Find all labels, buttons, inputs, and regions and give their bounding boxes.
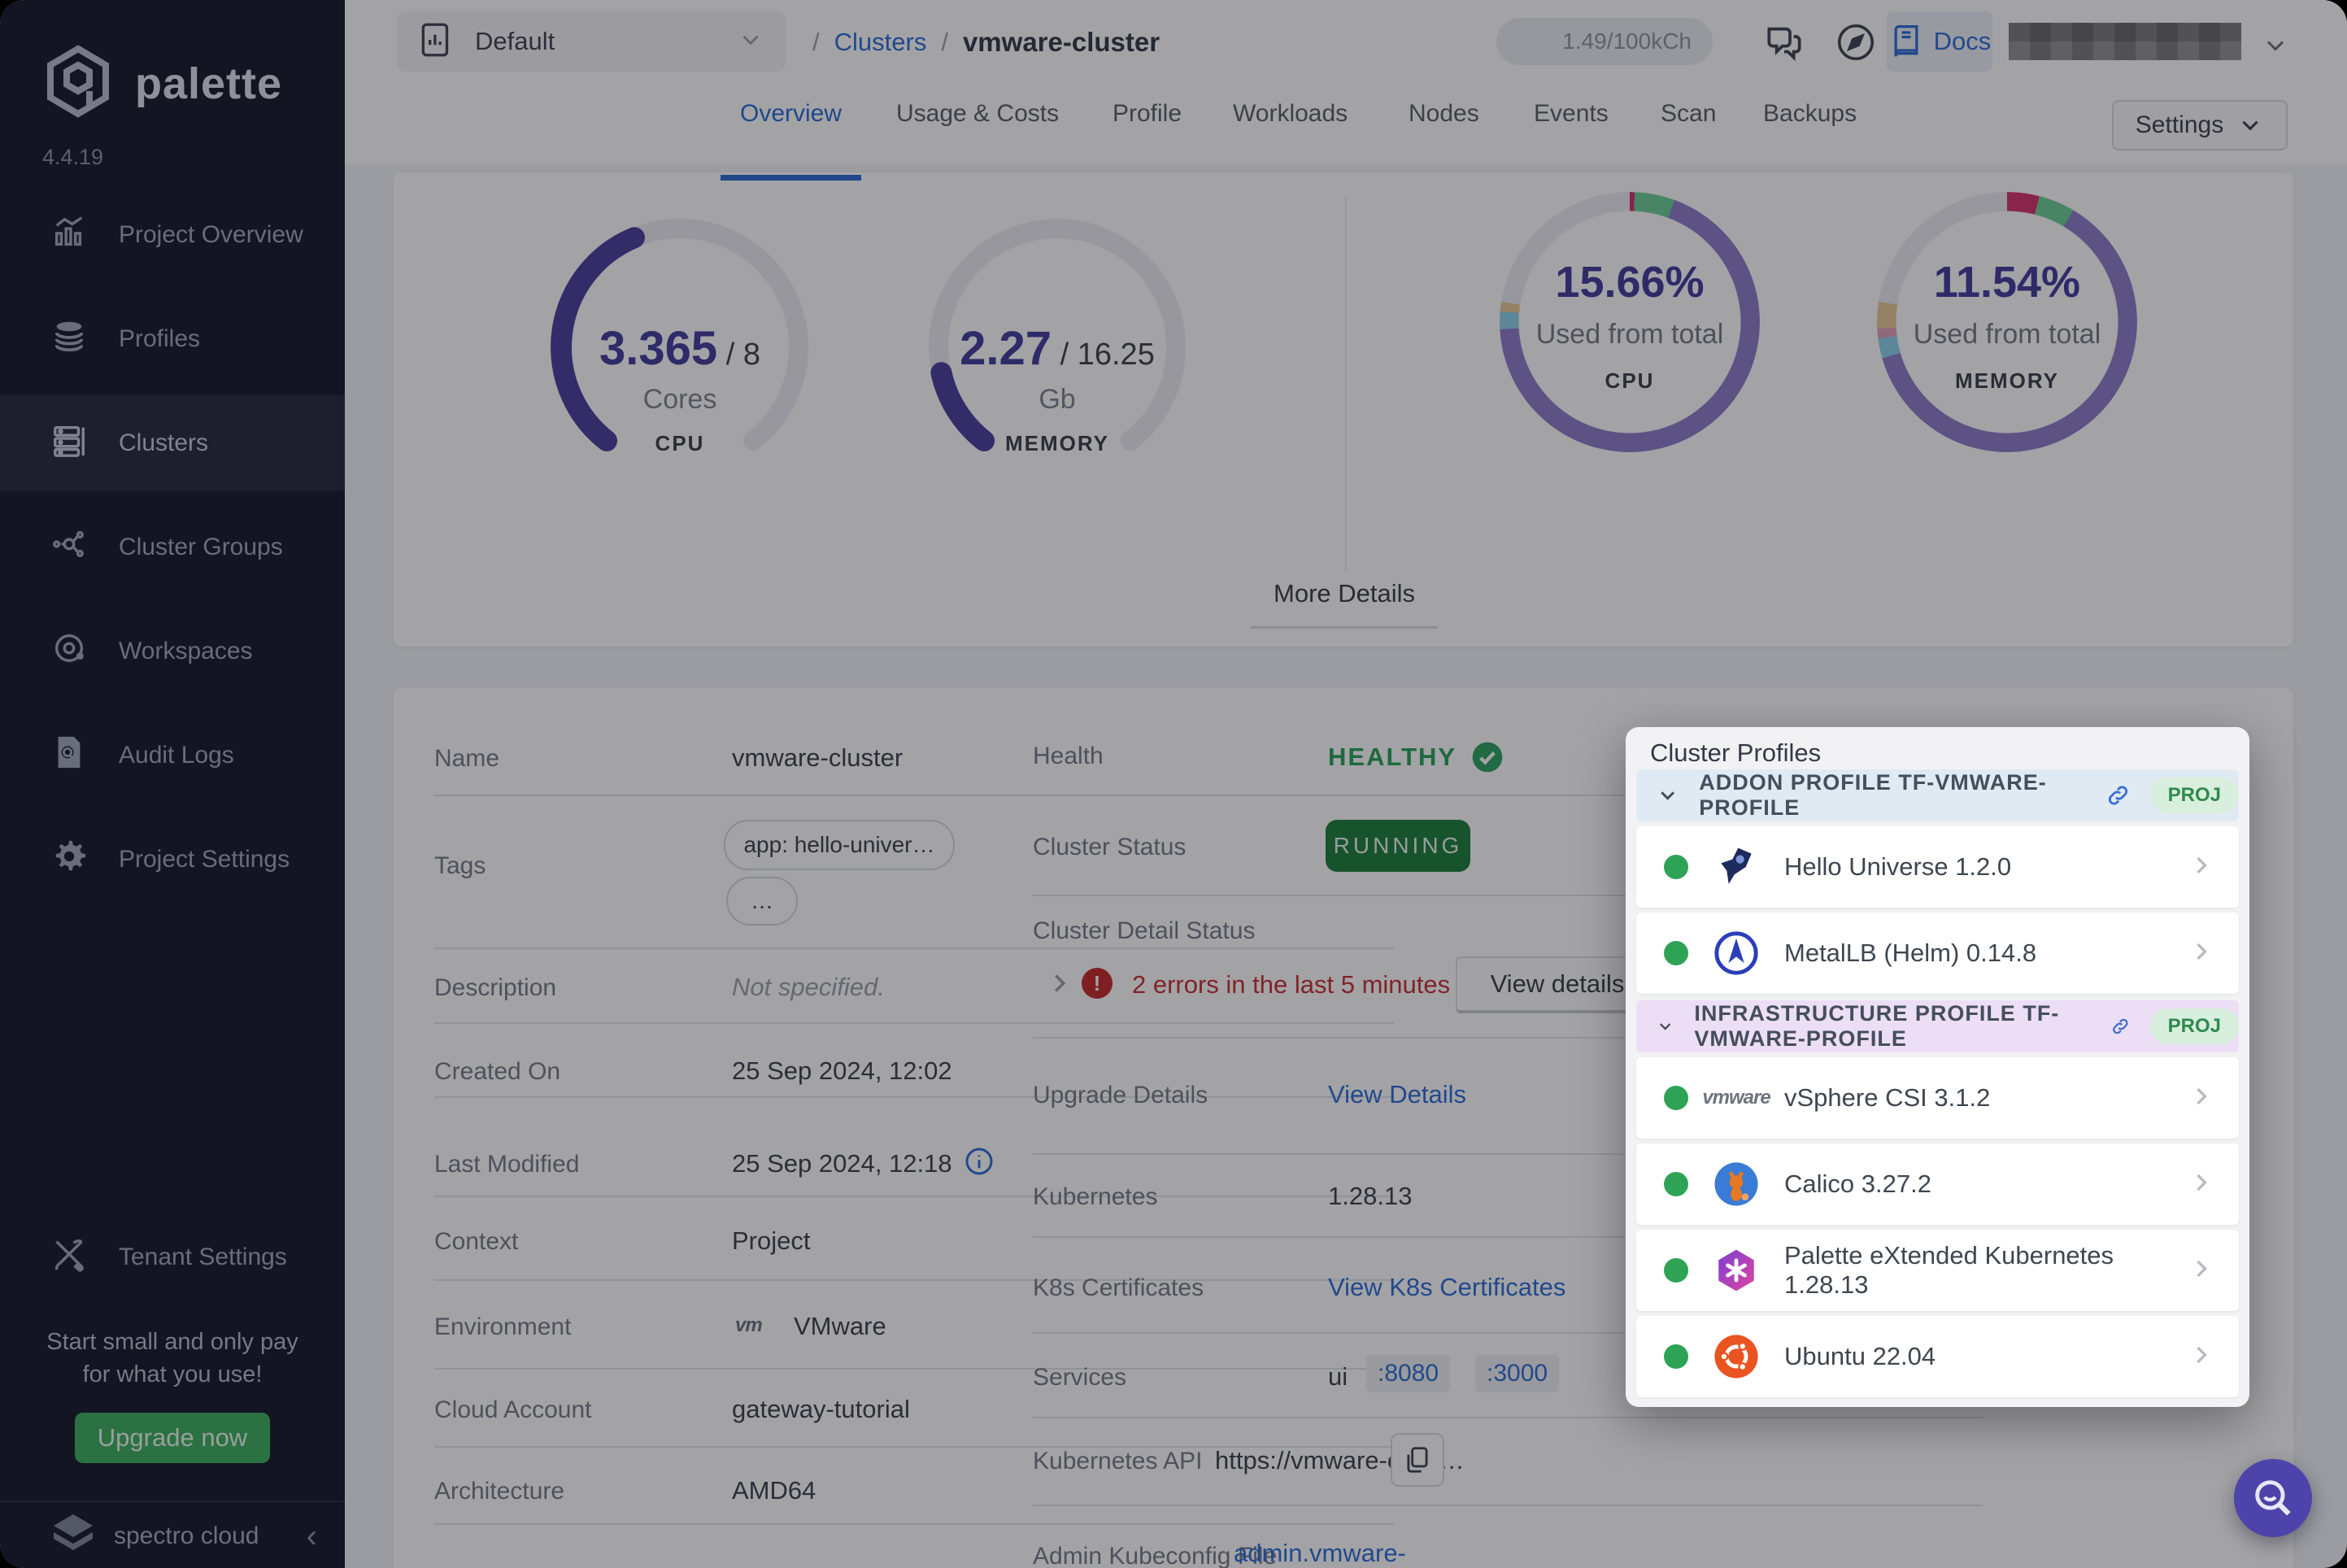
addon-profile-title: ADDON PROFILE TF-VMWARE-PROFILE — [1699, 770, 2047, 820]
chevron-right-icon — [2187, 1168, 2216, 1201]
status-dot — [1664, 1258, 1688, 1283]
addon-profile-header[interactable]: ADDON PROFILE TF-VMWARE-PROFILE PROJ — [1636, 769, 2239, 821]
popup-title: Cluster Profiles — [1650, 738, 1822, 767]
status-dot — [1664, 941, 1688, 965]
cluster-profiles-popup: Cluster Profiles ADDON PROFILE TF-VMWARE… — [1626, 727, 2249, 1407]
link-icon — [2113, 1018, 2128, 1034]
profile-label: Calico 3.27.2 — [1784, 1169, 1931, 1198]
status-dot — [1664, 855, 1688, 879]
chevron-right-icon — [2187, 851, 2216, 884]
profile-row-calico[interactable]: Calico 3.27.2 — [1636, 1143, 2239, 1225]
profile-row-metallb[interactable]: MetalLB (Helm) 0.14.8 — [1636, 912, 2239, 994]
profile-row-ubuntu[interactable]: Ubuntu 22.04 — [1636, 1316, 2239, 1397]
chevron-right-icon — [2187, 1082, 2216, 1115]
chevron-right-icon — [2187, 1340, 2216, 1374]
infrastructure-profile-header[interactable]: INFRASTRUCTURE PROFILE TF-VMWARE-PROFILE… — [1636, 1000, 2239, 1052]
link-icon — [2108, 786, 2127, 805]
ubuntu-logo — [1711, 1331, 1761, 1382]
chevron-right-icon — [2187, 1254, 2216, 1287]
metallb-logo — [1711, 928, 1761, 978]
palette-extended-kubernetes-logo — [1711, 1245, 1761, 1296]
proj-badge: PROJ — [2149, 1008, 2239, 1044]
status-dot — [1664, 1172, 1688, 1196]
vmware-wordmark-logo: vmware — [1702, 1087, 1770, 1108]
calico-logo — [1711, 1159, 1761, 1209]
profile-row-vsphere-csi[interactable]: vmware vSphere CSI 3.1.2 — [1636, 1057, 2239, 1139]
infrastructure-profile-title: INFRASTRUCTURE PROFILE TF-VMWARE-PROFILE — [1694, 1001, 2060, 1051]
profile-row-hello-universe[interactable]: Hello Universe 1.2.0 — [1636, 826, 2239, 908]
chevron-down-icon — [1660, 1023, 1671, 1030]
app-window: palette 4.4.19 Project Overview Profiles… — [0, 0, 2347, 1568]
profile-label: vSphere CSI 3.1.2 — [1784, 1083, 1991, 1112]
magnifier-smile-icon — [2255, 1480, 2291, 1516]
proj-badge: PROJ — [2149, 777, 2239, 813]
status-dot — [1664, 1086, 1688, 1110]
profile-label: Ubuntu 22.04 — [1784, 1342, 1936, 1370]
chevron-down-icon — [1661, 791, 1675, 800]
profile-row-pxk[interactable]: Palette eXtended Kubernetes 1.28.13 — [1636, 1230, 2239, 1311]
status-dot — [1664, 1344, 1688, 1369]
chevron-right-icon — [2187, 937, 2216, 970]
profile-label: MetalLB (Helm) 0.14.8 — [1784, 939, 2037, 967]
hello-universe-logo — [1711, 842, 1761, 892]
profile-label: Palette eXtended Kubernetes 1.28.13 — [1784, 1241, 2114, 1299]
search-assistant-fab[interactable] — [2234, 1459, 2312, 1537]
profile-label: Hello Universe 1.2.0 — [1784, 852, 2012, 881]
